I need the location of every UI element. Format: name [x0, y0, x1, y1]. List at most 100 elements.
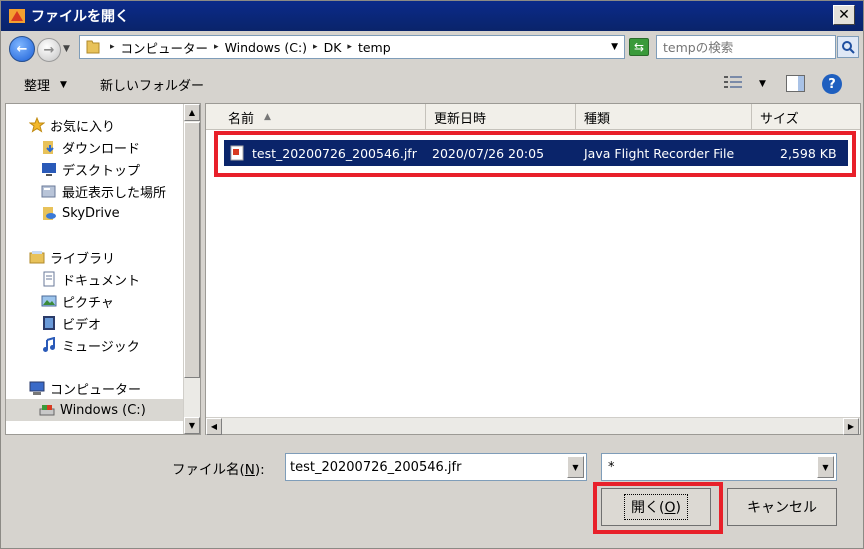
- sidebar-item-downloads[interactable]: ダウンロード: [40, 136, 200, 158]
- highlight-open-button: [593, 482, 723, 534]
- music-icon: [40, 336, 58, 354]
- scroll-up-icon[interactable]: ▲: [184, 104, 200, 121]
- computer-icon: [28, 379, 46, 397]
- scroll-right-icon[interactable]: ▶: [843, 418, 859, 435]
- sidebar-item-pictures[interactable]: ピクチャ: [40, 290, 200, 312]
- chevron-down-icon: ▼: [60, 79, 67, 90]
- drive-icon: [38, 401, 56, 419]
- column-modified[interactable]: 更新日時: [426, 104, 576, 130]
- sidebar-item-label: デスクトップ: [62, 163, 141, 179]
- address-bar[interactable]: ▸ コンピューター ▸ Windows (C:) ▸ DK ▸ temp ▼: [79, 35, 625, 59]
- sidebar-item-skydrive[interactable]: SkyDrive: [40, 202, 200, 224]
- refresh-button[interactable]: ⇆: [629, 38, 649, 56]
- help-icon[interactable]: ?: [822, 74, 842, 94]
- breadcrumb-temp[interactable]: temp: [358, 40, 391, 55]
- videos-icon: [40, 314, 58, 332]
- cancel-button[interactable]: キャンセル: [727, 488, 837, 526]
- new-folder-button[interactable]: 新しいフォルダー: [100, 75, 204, 94]
- chevron-right-icon[interactable]: ▸: [347, 42, 352, 52]
- recent-places-icon: [40, 182, 58, 200]
- column-label: 名前: [228, 111, 255, 127]
- view-details-icon[interactable]: [724, 75, 742, 91]
- sidebar-item-libraries[interactable]: ライブラリ: [28, 246, 200, 268]
- column-label: 更新日時: [434, 111, 487, 127]
- column-label: 種類: [584, 111, 611, 127]
- breadcrumb-drive[interactable]: Windows (C:): [225, 40, 307, 55]
- column-size[interactable]: サイズ: [752, 104, 860, 130]
- star-icon: [28, 116, 46, 134]
- sidebar-item-label: SkyDrive: [62, 205, 120, 221]
- chevron-right-icon[interactable]: ▸: [313, 42, 318, 52]
- view-options-dropdown[interactable]: ▼: [759, 79, 766, 89]
- breadcrumb-dk[interactable]: DK: [324, 40, 342, 55]
- sidebar-item-label: お気に入り: [50, 119, 116, 135]
- file-list-pane: 名前 ▲ 更新日時 種類 サイズ test_20200726_200546.jf…: [205, 103, 861, 435]
- filename-input[interactable]: [290, 459, 560, 475]
- desktop-icon: [40, 160, 58, 178]
- skydrive-icon: [40, 204, 58, 222]
- filename-label-key: N: [244, 462, 255, 478]
- sidebar-item-documents[interactable]: ドキュメント: [40, 268, 200, 290]
- sidebar-item-windows-c[interactable]: Windows (C:): [6, 399, 184, 421]
- search-box[interactable]: [656, 35, 836, 59]
- scroll-left-icon[interactable]: ◀: [206, 418, 222, 435]
- help-label: ?: [828, 76, 836, 92]
- title-bar: ファイルを開く ✕: [1, 1, 863, 31]
- recent-locations-dropdown[interactable]: ▼: [63, 44, 70, 54]
- sidebar-item-label: ライブラリ: [50, 251, 116, 267]
- filename-label: ファイル名(N):: [172, 458, 265, 478]
- chevron-down-icon[interactable]: ▼: [611, 42, 618, 52]
- sidebar-item-computer[interactable]: コンピューター: [28, 377, 200, 399]
- chevron-down-icon[interactable]: ▼: [567, 456, 584, 478]
- scroll-down-icon[interactable]: ▼: [184, 417, 200, 434]
- library-icon: [28, 248, 46, 266]
- sidebar-item-desktop[interactable]: デスクトップ: [40, 158, 200, 180]
- organize-button[interactable]: 整理 ▼: [24, 75, 67, 94]
- chevron-right-icon[interactable]: ▸: [110, 42, 115, 52]
- app-icon: [7, 6, 27, 26]
- close-icon: ✕: [838, 7, 850, 23]
- breadcrumb-computer[interactable]: コンピューター: [121, 38, 209, 57]
- sidebar-item-recent-places[interactable]: 最近表示した場所: [40, 180, 200, 202]
- column-header-row: 名前 ▲ 更新日時 種類 サイズ: [206, 104, 860, 130]
- sidebar-item-favorites[interactable]: お気に入り: [28, 114, 200, 136]
- sidebar-scrollbar[interactable]: ▲ ▼: [183, 104, 200, 434]
- column-type[interactable]: 種類: [576, 104, 752, 130]
- arrow-right-icon: →: [43, 42, 55, 58]
- chevron-down-icon[interactable]: ▼: [817, 456, 834, 478]
- preview-pane-icon[interactable]: [786, 75, 805, 92]
- back-button[interactable]: ←: [9, 36, 35, 62]
- sidebar-item-label: ダウンロード: [62, 141, 141, 157]
- refresh-icon: ⇆: [633, 40, 645, 54]
- command-toolbar: 整理 ▼ 新しいフォルダー ▼ ?: [1, 67, 863, 101]
- sidebar-item-label: Windows (C:): [60, 402, 146, 418]
- forward-button[interactable]: →: [37, 38, 61, 62]
- search-button[interactable]: [837, 36, 859, 58]
- documents-icon: [40, 270, 58, 288]
- navigation-pane: お気に入り ダウンロード デスクトップ 最近表示した場所 SkyDrive ライ…: [5, 103, 201, 435]
- organize-label: 整理: [24, 79, 51, 94]
- scroll-thumb[interactable]: [184, 122, 200, 378]
- downloads-folder-icon: [40, 138, 58, 156]
- new-folder-label: 新しいフォルダー: [100, 79, 205, 94]
- sidebar-item-label: ピクチャ: [62, 295, 114, 311]
- file-list-hscrollbar[interactable]: ◀ ▶: [206, 417, 860, 435]
- filename-combobox[interactable]: ▼: [285, 453, 587, 481]
- sidebar-item-videos[interactable]: ビデオ: [40, 312, 200, 334]
- search-icon: [842, 41, 855, 54]
- pictures-icon: [40, 292, 58, 310]
- sort-ascending-icon: ▲: [264, 112, 271, 122]
- open-file-dialog: ファイルを開く ✕ ← → ▼ ▸ コンピューター ▸ Windows (C:)…: [0, 0, 864, 549]
- filetype-select[interactable]: * ▼: [601, 453, 837, 481]
- sidebar-item-music[interactable]: ミュージック: [40, 334, 200, 356]
- search-input[interactable]: [663, 39, 813, 55]
- window-title: ファイルを開く: [31, 9, 129, 25]
- sidebar-item-label: コンピューター: [50, 382, 142, 398]
- filename-label-suffix: ):: [254, 462, 265, 478]
- chevron-right-icon[interactable]: ▸: [214, 42, 219, 52]
- column-name[interactable]: 名前 ▲: [220, 104, 426, 130]
- close-button[interactable]: ✕: [833, 5, 855, 25]
- column-label: サイズ: [760, 111, 799, 127]
- filetype-value: *: [608, 459, 615, 475]
- address-row: ← → ▼ ▸ コンピューター ▸ Windows (C:) ▸ DK ▸ te…: [1, 31, 863, 63]
